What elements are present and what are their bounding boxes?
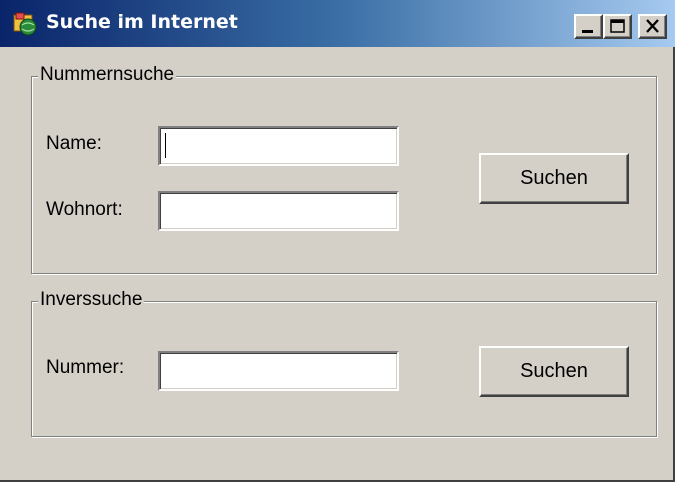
close-button[interactable] — [638, 14, 667, 39]
close-icon — [646, 19, 659, 33]
name-label: Name: — [46, 133, 102, 154]
name-input[interactable] — [158, 126, 399, 166]
title-bar[interactable]: Suche im Internet — [0, 0, 675, 47]
city-input[interactable] — [158, 191, 399, 231]
number-search-legend: Nummernsuche — [38, 64, 177, 86]
app-globe-icon — [12, 11, 38, 37]
minimize-button[interactable] — [574, 14, 603, 39]
minimize-icon — [582, 30, 593, 33]
city-label: Wohnort: — [46, 199, 123, 220]
text-caret — [165, 133, 166, 158]
window-title: Suche im Internet — [46, 11, 238, 33]
number-input[interactable] — [158, 351, 399, 391]
dialog-window: Suche im Internet Nummernsuche Name: Woh… — [0, 0, 675, 482]
maximize-button[interactable] — [603, 14, 632, 39]
inverse-search-legend: Inverssuche — [38, 289, 145, 311]
number-search-button[interactable]: Suchen — [479, 153, 629, 204]
number-label: Nummer: — [46, 357, 125, 378]
maximize-icon — [610, 19, 625, 33]
inverse-search-button[interactable]: Suchen — [479, 346, 629, 397]
